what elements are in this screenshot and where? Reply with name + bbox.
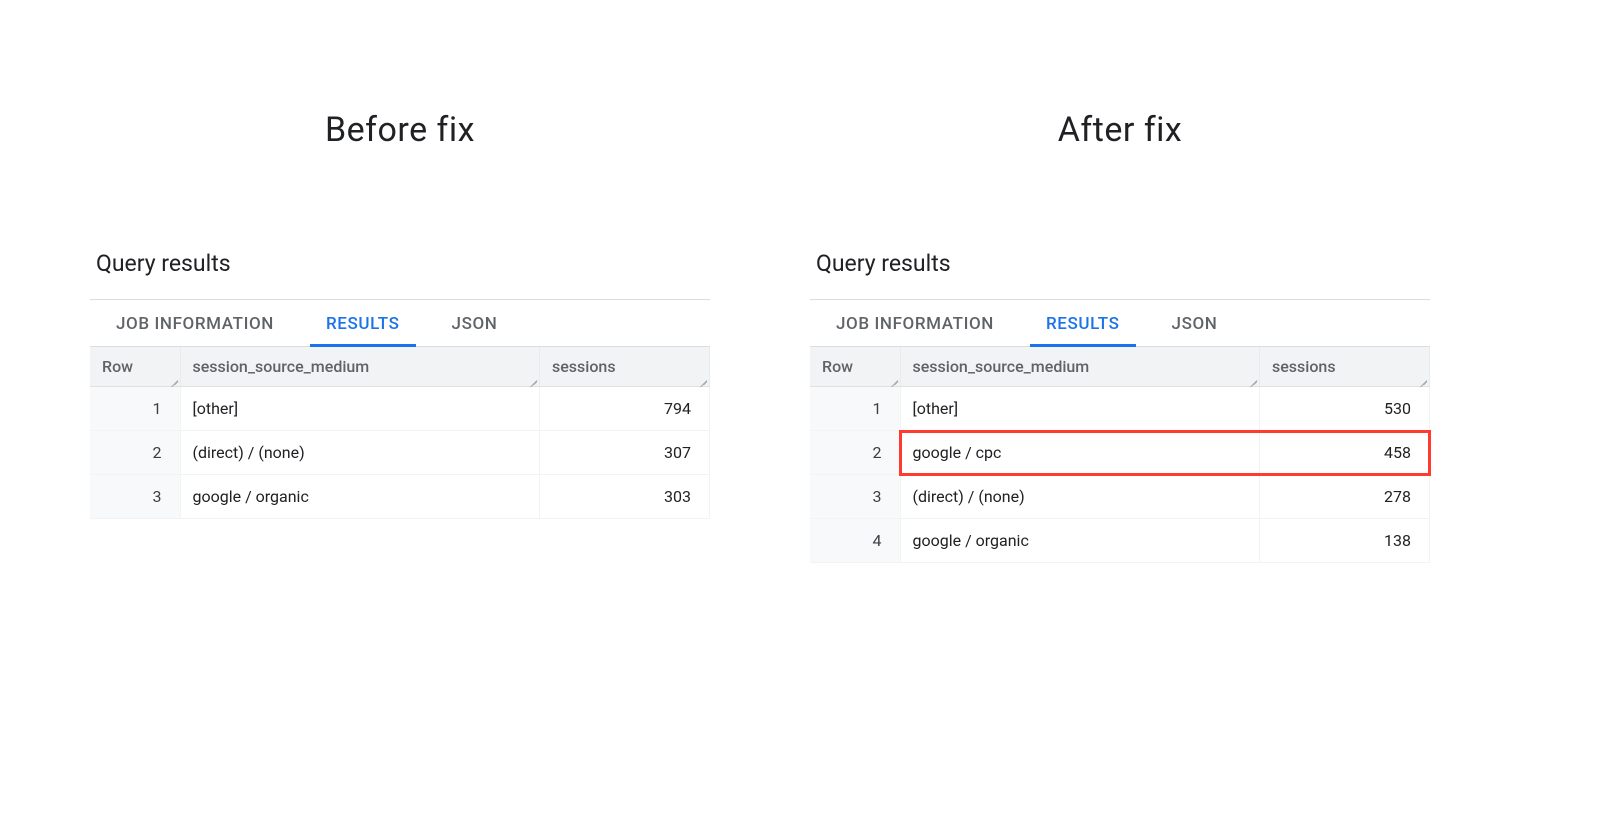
cell-row-number: 1 bbox=[90, 387, 180, 431]
table-wrap: Row session_source_medium sessions bbox=[90, 347, 710, 519]
col-header-row-label: Row bbox=[822, 357, 853, 376]
col-header-sessions[interactable]: sessions bbox=[1260, 347, 1430, 387]
query-results-card: Query results JOB INFORMATION RESULTS JS… bbox=[90, 250, 710, 519]
card-heading: Query results bbox=[90, 250, 710, 299]
cell-session-source-medium: (direct) / (none) bbox=[900, 475, 1260, 519]
after-panel: After fix Query results JOB INFORMATION … bbox=[810, 110, 1430, 563]
col-header-sessions-label: sessions bbox=[552, 357, 616, 376]
table-row: 2 google / cpc 458 bbox=[810, 431, 1430, 475]
cell-sessions: 794 bbox=[540, 387, 710, 431]
cell-sessions: 307 bbox=[540, 431, 710, 475]
col-header-session-source-medium[interactable]: session_source_medium bbox=[180, 347, 540, 387]
cell-sessions: 303 bbox=[540, 475, 710, 519]
resize-handle-icon[interactable] bbox=[527, 374, 537, 384]
cell-sessions: 138 bbox=[1260, 519, 1430, 563]
tab-job-information[interactable]: JOB INFORMATION bbox=[90, 300, 300, 346]
cell-row-number: 1 bbox=[810, 387, 900, 431]
resize-handle-icon[interactable] bbox=[697, 374, 707, 384]
table-wrap: Row session_source_medium sessions bbox=[810, 347, 1430, 563]
cell-sessions: 278 bbox=[1260, 475, 1430, 519]
cell-row-number: 2 bbox=[90, 431, 180, 475]
cell-row-number: 3 bbox=[810, 475, 900, 519]
col-header-row[interactable]: Row bbox=[90, 347, 180, 387]
resize-handle-icon[interactable] bbox=[1247, 374, 1257, 384]
cell-session-source-medium: (direct) / (none) bbox=[180, 431, 540, 475]
cell-session-source-medium: google / organic bbox=[180, 475, 540, 519]
table-row: 4 google / organic 138 bbox=[810, 519, 1430, 563]
result-tabs: JOB INFORMATION RESULTS JSON bbox=[90, 299, 710, 347]
result-tabs: JOB INFORMATION RESULTS JSON bbox=[810, 299, 1430, 347]
col-header-ssm-label: session_source_medium bbox=[193, 357, 370, 376]
tab-json[interactable]: JSON bbox=[1146, 300, 1244, 346]
panel-title: After fix bbox=[1058, 110, 1183, 150]
resize-handle-icon[interactable] bbox=[168, 374, 178, 384]
table-row: 3 google / organic 303 bbox=[90, 475, 710, 519]
col-header-session-source-medium[interactable]: session_source_medium bbox=[900, 347, 1260, 387]
col-header-sessions[interactable]: sessions bbox=[540, 347, 710, 387]
col-header-row-label: Row bbox=[102, 357, 133, 376]
card-heading: Query results bbox=[810, 250, 1430, 299]
cell-row-number: 3 bbox=[90, 475, 180, 519]
cell-session-source-medium: [other] bbox=[900, 387, 1260, 431]
table-row: 1 [other] 794 bbox=[90, 387, 710, 431]
table-row: 1 [other] 530 bbox=[810, 387, 1430, 431]
tab-results[interactable]: RESULTS bbox=[1020, 300, 1146, 346]
before-panel: Before fix Query results JOB INFORMATION… bbox=[90, 110, 710, 563]
cell-session-source-medium: google / organic bbox=[900, 519, 1260, 563]
tab-results[interactable]: RESULTS bbox=[300, 300, 426, 346]
results-table: Row session_source_medium sessions bbox=[90, 347, 710, 519]
cell-row-number: 2 bbox=[810, 431, 900, 475]
panel-title: Before fix bbox=[325, 110, 475, 150]
cell-row-number: 4 bbox=[810, 519, 900, 563]
comparison-canvas: Before fix Query results JOB INFORMATION… bbox=[0, 0, 1600, 563]
resize-handle-icon[interactable] bbox=[888, 374, 898, 384]
table-row: 3 (direct) / (none) 278 bbox=[810, 475, 1430, 519]
col-header-row[interactable]: Row bbox=[810, 347, 900, 387]
results-table: Row session_source_medium sessions bbox=[810, 347, 1430, 563]
cell-sessions: 458 bbox=[1260, 431, 1430, 475]
col-header-ssm-label: session_source_medium bbox=[913, 357, 1090, 376]
col-header-sessions-label: sessions bbox=[1272, 357, 1336, 376]
table-row: 2 (direct) / (none) 307 bbox=[90, 431, 710, 475]
cell-sessions: 530 bbox=[1260, 387, 1430, 431]
cell-session-source-medium: google / cpc bbox=[900, 431, 1260, 475]
tab-job-information[interactable]: JOB INFORMATION bbox=[810, 300, 1020, 346]
query-results-card: Query results JOB INFORMATION RESULTS JS… bbox=[810, 250, 1430, 563]
tab-json[interactable]: JSON bbox=[426, 300, 524, 346]
resize-handle-icon[interactable] bbox=[1417, 374, 1427, 384]
cell-session-source-medium: [other] bbox=[180, 387, 540, 431]
